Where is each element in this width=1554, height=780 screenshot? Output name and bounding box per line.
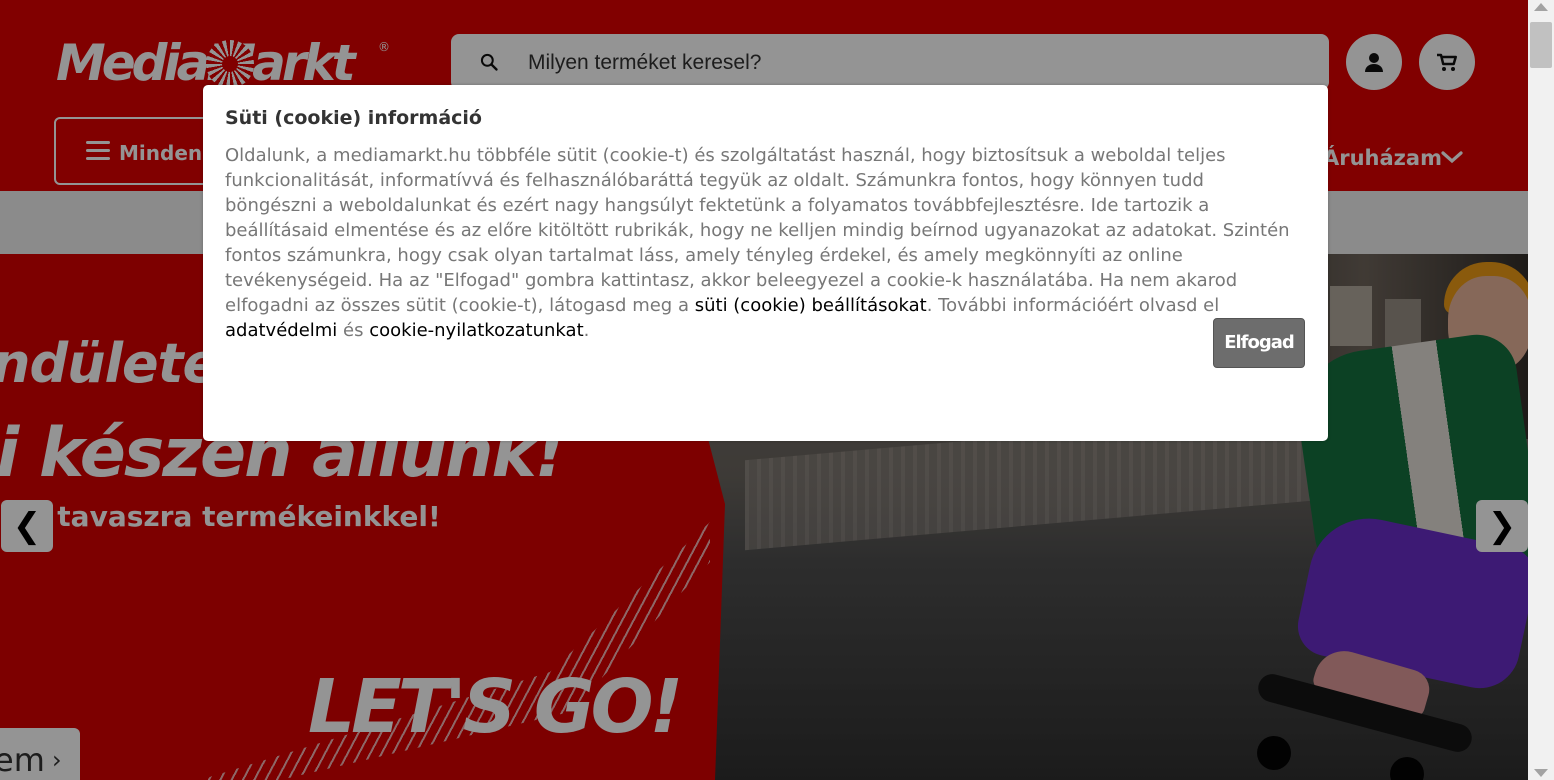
cookie-info-period: . [583, 320, 590, 341]
cookie-info-text: Oldalunk, a mediamarkt.hu többféle sütit… [225, 145, 1290, 316]
cookie-statement-link[interactable]: cookie-nyilatkozatunkat [369, 320, 583, 341]
mediamarkt-page: MediaMarkt ® Minde [0, 0, 1528, 780]
scrollbar-thumb[interactable] [1530, 22, 1552, 68]
scroll-down-arrow-icon[interactable] [1534, 769, 1548, 777]
accept-cookies-button[interactable]: Elfogad [1213, 318, 1305, 368]
conjunction-text: és [337, 320, 370, 341]
vertical-scrollbar[interactable] [1528, 0, 1554, 780]
privacy-link[interactable]: adatvédelmi [225, 320, 337, 341]
cookie-settings-link[interactable]: süti (cookie) beállításokat [695, 295, 927, 316]
cookie-consent-modal: Süti (cookie) információ Oldalunk, a med… [203, 85, 1328, 441]
cookie-modal-body: Oldalunk, a mediamarkt.hu többféle sütit… [225, 143, 1295, 343]
cookie-modal-title: Süti (cookie) információ [225, 107, 482, 129]
cookie-info-text-continued: . További információért olvasd el [926, 295, 1220, 316]
scroll-up-arrow-icon[interactable] [1534, 3, 1548, 11]
